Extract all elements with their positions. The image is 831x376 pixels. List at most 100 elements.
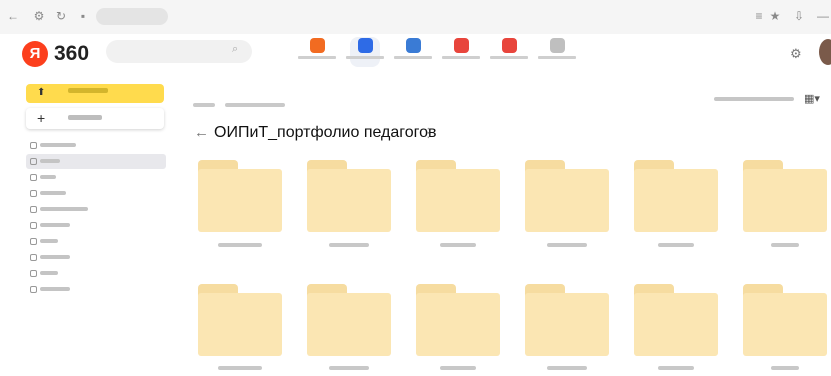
sidebar-item-label bbox=[40, 223, 70, 227]
bookmark-icon[interactable]: ★ bbox=[768, 9, 782, 23]
folder-name-text bbox=[218, 366, 262, 370]
folder-icon-body bbox=[743, 293, 827, 356]
lock-icon: ▪ bbox=[80, 9, 86, 23]
sidebar-item-recent[interactable] bbox=[26, 138, 166, 153]
reload-icon[interactable]: ↻ bbox=[54, 9, 68, 23]
albums-icon bbox=[30, 190, 37, 197]
sidebar-item-label bbox=[40, 191, 66, 195]
service-disk-button[interactable] bbox=[346, 37, 384, 67]
service-mail-icon bbox=[309, 38, 325, 53]
sidebar-item-label bbox=[40, 255, 70, 259]
service-documents-button[interactable] bbox=[394, 37, 432, 67]
folder-name[interactable] bbox=[408, 366, 508, 370]
service-calendar-button[interactable] bbox=[442, 37, 480, 67]
create-button[interactable]: + bbox=[26, 108, 164, 129]
sort-label bbox=[714, 97, 794, 101]
service-documents-label bbox=[394, 56, 432, 59]
folder-name-text bbox=[658, 243, 694, 247]
browser-toolbar: ← ⚙ ↻ ▪ ≡ ★ ⇩ — bbox=[0, 0, 831, 35]
sidebar-nav bbox=[26, 138, 166, 298]
folder-icon-body bbox=[525, 169, 609, 232]
sidebar-item-label bbox=[40, 207, 88, 211]
sidebar-item-label bbox=[40, 271, 58, 275]
upload-button-label bbox=[68, 88, 108, 93]
service-more-label bbox=[538, 56, 576, 59]
minimize-icon[interactable]: — bbox=[816, 9, 830, 23]
folder-name[interactable] bbox=[299, 366, 399, 370]
folder-name[interactable] bbox=[190, 243, 290, 247]
back-arrow-icon[interactable]: ← bbox=[6, 9, 20, 23]
back-icon[interactable]: ← bbox=[194, 124, 209, 142]
folder-icon-body bbox=[416, 169, 500, 232]
folder-icon-body bbox=[634, 169, 718, 232]
upload-button[interactable]: ⬆ bbox=[26, 84, 164, 103]
upload-icon: ⬆ bbox=[37, 87, 46, 98]
create-button-label bbox=[68, 115, 102, 120]
sidebar-item-history[interactable] bbox=[26, 218, 166, 233]
gear-icon[interactable]: ⚙ bbox=[790, 47, 802, 60]
search-input[interactable] bbox=[106, 40, 252, 63]
folder-name-text bbox=[440, 366, 476, 370]
folder-item[interactable] bbox=[634, 160, 718, 232]
folder-item[interactable] bbox=[743, 160, 827, 232]
folder-item[interactable] bbox=[307, 160, 391, 232]
search-icon[interactable]: ⌕ bbox=[232, 44, 243, 55]
avatar[interactable] bbox=[819, 39, 831, 65]
sidebar-item-shared[interactable] bbox=[26, 202, 166, 217]
extensions-icon[interactable]: ⚙ bbox=[32, 9, 46, 23]
folder-item[interactable] bbox=[634, 284, 718, 356]
sidebar-item-label bbox=[40, 287, 70, 291]
folder-item[interactable] bbox=[525, 160, 609, 232]
scans-icon bbox=[30, 270, 37, 277]
folder-item[interactable] bbox=[307, 284, 391, 356]
service-documents-icon bbox=[405, 38, 421, 53]
more-options-icon[interactable]: ⋮ bbox=[422, 123, 435, 143]
service-more-button[interactable] bbox=[538, 37, 576, 67]
sidebar-item-scans[interactable] bbox=[26, 266, 166, 281]
folder-name-text bbox=[218, 243, 262, 247]
folder-name[interactable] bbox=[517, 243, 617, 247]
download-icon[interactable]: ⇩ bbox=[792, 9, 806, 23]
history-icon bbox=[30, 222, 37, 229]
service-telemost-button[interactable] bbox=[490, 37, 528, 67]
folder-name[interactable] bbox=[517, 366, 617, 370]
folder-name[interactable] bbox=[190, 366, 290, 370]
sidebar-item-archive[interactable] bbox=[26, 234, 166, 249]
folder-name[interactable] bbox=[735, 366, 831, 370]
sidebar-item-albums[interactable] bbox=[26, 186, 166, 201]
folder-name[interactable] bbox=[408, 243, 508, 247]
menu-icon[interactable]: ≡ bbox=[752, 9, 766, 23]
folder-item[interactable] bbox=[525, 284, 609, 356]
service-disk-label bbox=[346, 56, 384, 59]
folder-name-text bbox=[658, 366, 694, 370]
folder-name[interactable] bbox=[299, 243, 399, 247]
folder-name-text bbox=[547, 366, 587, 370]
sidebar-item-photo[interactable] bbox=[26, 170, 166, 185]
breadcrumb-item[interactable] bbox=[225, 102, 286, 107]
folder-item[interactable] bbox=[198, 284, 282, 356]
sidebar-item-files[interactable] bbox=[26, 154, 166, 169]
service-disk-icon bbox=[357, 38, 373, 53]
address-bar[interactable] bbox=[96, 8, 168, 25]
sidebar-item-trash[interactable] bbox=[26, 282, 166, 297]
folder-name[interactable] bbox=[626, 243, 726, 247]
logo-360[interactable]: 360 bbox=[54, 41, 89, 67]
folder-item[interactable] bbox=[198, 160, 282, 232]
sort-dropdown[interactable] bbox=[714, 93, 796, 105]
folder-icon-body bbox=[525, 293, 609, 356]
yandex-logo-icon[interactable]: Я bbox=[22, 41, 48, 67]
folder-item[interactable] bbox=[416, 160, 500, 232]
archive-icon bbox=[30, 238, 37, 245]
folder-name[interactable] bbox=[626, 366, 726, 370]
sidebar-item-downloads[interactable] bbox=[26, 250, 166, 265]
sidebar-item-label bbox=[40, 239, 58, 243]
service-mail-button[interactable] bbox=[298, 37, 336, 67]
folder-item[interactable] bbox=[416, 284, 500, 356]
service-calendar-icon bbox=[453, 38, 469, 53]
view-grid-icon[interactable]: ▦▾ bbox=[804, 91, 828, 107]
files-icon bbox=[30, 158, 37, 165]
breadcrumb-item[interactable] bbox=[193, 102, 215, 107]
folder-item[interactable] bbox=[743, 284, 827, 356]
service-mail-label bbox=[298, 56, 336, 59]
folder-name[interactable] bbox=[735, 243, 831, 247]
